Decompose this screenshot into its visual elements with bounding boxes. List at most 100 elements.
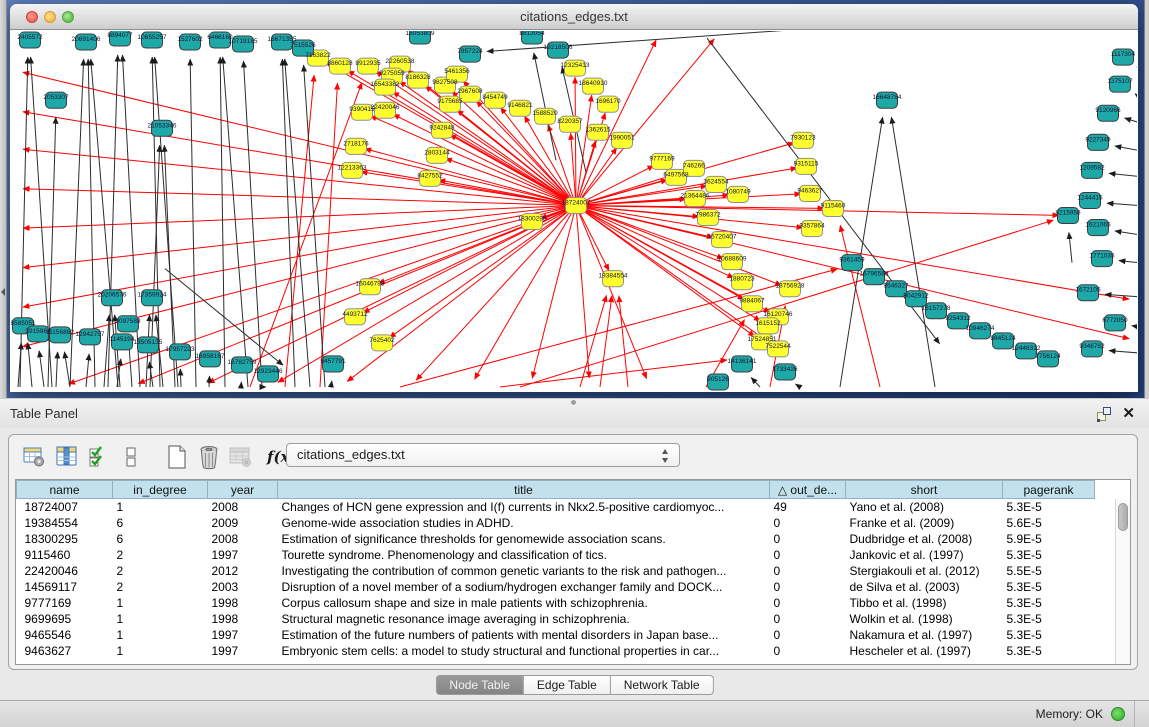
graph-edge[interactable] <box>576 39 714 206</box>
tab-network-table[interactable]: Network Table <box>611 675 714 695</box>
graph-node-label: 17957223 <box>166 346 195 353</box>
graph-edge[interactable] <box>576 141 595 206</box>
zoom-button[interactable] <box>62 11 74 23</box>
memory-ok-indicator[interactable] <box>1111 707 1125 721</box>
column-header[interactable]: year <box>208 481 278 499</box>
graph-edge[interactable] <box>619 296 628 387</box>
graph-edge[interactable] <box>86 354 89 387</box>
graph-edge[interactable] <box>600 296 612 387</box>
graph-edge[interactable] <box>1125 118 1137 122</box>
column-header[interactable]: title <box>278 481 770 499</box>
graph-edge[interactable] <box>1069 233 1072 263</box>
tab-node-table[interactable]: Node Table <box>435 675 524 695</box>
column-header[interactable]: short <box>846 481 1003 499</box>
graph-edge[interactable] <box>1115 146 1137 150</box>
graph-node-label: 16958167 <box>196 353 225 360</box>
graph-edge[interactable] <box>117 359 121 387</box>
graph-node-label: 21364486 <box>681 192 710 199</box>
table-row[interactable]: 1938455462009Genome-wide association stu… <box>17 515 1095 531</box>
graph-edge[interactable] <box>795 384 800 387</box>
graph-edge[interactable] <box>520 220 1053 387</box>
select-all-checks-icon[interactable] <box>85 444 113 470</box>
new-column-icon[interactable] <box>163 444 191 470</box>
graph-node-label: 9120966 <box>1095 107 1121 114</box>
table-row[interactable]: 2242004622012Investigating the contribut… <box>17 563 1095 579</box>
graph-edge[interactable] <box>500 360 727 387</box>
table-mode-icon[interactable] <box>21 444 49 470</box>
graph-edge[interactable] <box>56 352 58 387</box>
graph-edge[interactable] <box>575 77 576 205</box>
graph-edge[interactable] <box>28 343 32 387</box>
table-row[interactable]: 977716911998Corpus callosum shape and si… <box>17 595 1095 611</box>
graph-node-label: 9390415 <box>349 106 375 113</box>
graph-edge[interactable] <box>1135 94 1137 96</box>
scrollbar-thumb[interactable] <box>1118 503 1128 531</box>
close-button[interactable] <box>26 11 38 23</box>
graph-edge[interactable] <box>23 205 576 228</box>
close-panel-icon[interactable]: ✕ <box>1122 399 1135 429</box>
graph-edge[interactable] <box>250 83 362 387</box>
graph-edge[interactable] <box>347 205 576 381</box>
graph-edge[interactable] <box>304 65 325 387</box>
network-window-titlebar[interactable]: citations_edges.txt <box>10 4 1138 30</box>
graph-edge[interactable] <box>23 205 576 346</box>
network-canvas[interactable]: 1872400771638228860128891293522260538927… <box>11 31 1137 392</box>
float-panel-icon[interactable] <box>1097 407 1111 421</box>
column-header[interactable]: pagerank <box>1003 481 1095 499</box>
graph-edge[interactable] <box>39 351 44 387</box>
vertical-scrollbar[interactable] <box>1115 499 1130 664</box>
table-cell: 1997 <box>208 643 278 659</box>
graph-edge[interactable] <box>20 57 28 387</box>
graph-edge[interactable] <box>320 83 337 387</box>
table-row[interactable]: 946362711997Embryonic stem cells: a mode… <box>17 643 1095 659</box>
graph-edge[interactable] <box>416 205 576 380</box>
deselect-all-icon[interactable] <box>117 444 145 470</box>
graph-edge[interactable] <box>576 205 1129 338</box>
table-row[interactable]: 969969511998Structural magnetic resonanc… <box>17 611 1095 627</box>
graph-edge[interactable] <box>1109 351 1137 353</box>
minimize-button[interactable] <box>44 11 56 23</box>
graph-edge[interactable] <box>840 225 880 387</box>
graph-edge[interactable] <box>180 369 181 387</box>
network-table-selector[interactable]: citations_edges.txt <box>286 443 680 467</box>
graph-edge[interactable] <box>48 117 56 387</box>
graph-edge[interactable] <box>534 53 556 160</box>
table-row[interactable]: 946554611997Estimation of the future num… <box>17 627 1095 643</box>
graph-edge[interactable] <box>1109 173 1137 176</box>
split-pane-divider[interactable] <box>0 0 7 398</box>
table-cell: 18724007 <box>17 499 113 515</box>
graph-edge[interactable] <box>190 59 196 387</box>
graph-edge[interactable] <box>64 352 70 387</box>
graph-node-label: 15720407 <box>708 234 737 241</box>
column-header[interactable]: name <box>17 481 113 499</box>
graph-edge[interactable] <box>751 378 760 387</box>
table-row[interactable]: 1872400712008Changes of HCN gene express… <box>17 499 1095 515</box>
graph-edge[interactable] <box>208 205 576 383</box>
graph-edge[interactable] <box>1119 261 1137 263</box>
delete-column-trash-icon[interactable] <box>195 444 223 470</box>
graph-edge[interactable] <box>1107 203 1137 205</box>
right-split-divider[interactable] <box>1144 0 1149 398</box>
column-header[interactable]: △ out_de... <box>770 481 846 499</box>
column-header[interactable]: in_degree <box>113 481 208 499</box>
graph-edge[interactable] <box>244 61 262 387</box>
graph-edge[interactable] <box>891 117 935 387</box>
graph-edge[interactable] <box>209 376 210 387</box>
graph-edge[interactable] <box>576 205 1059 215</box>
graph-edge[interactable] <box>331 381 332 387</box>
table-row[interactable]: 1830029562008Estimation of significance … <box>17 531 1095 547</box>
graph-edge[interactable] <box>370 116 576 206</box>
collapse-arrow-icon[interactable] <box>1 288 5 296</box>
table-row[interactable]: 1456911722003Disruption of a novel membe… <box>17 579 1095 595</box>
graph-edge[interactable] <box>223 57 248 387</box>
graph-edge[interactable] <box>220 57 225 387</box>
network-graph[interactable]: 1872400771638228860128891293522260538927… <box>11 31 1137 392</box>
graph-edge[interactable] <box>1132 326 1137 327</box>
graph-edge[interactable] <box>576 205 589 378</box>
tab-edge-table[interactable]: Edge Table <box>524 675 611 695</box>
column-visibility-icon[interactable] <box>53 444 81 470</box>
table-row[interactable]: 911546021997Tourette syndrome. Phenomeno… <box>17 547 1095 563</box>
panel-resize-grip[interactable] <box>571 400 576 405</box>
graph-edge[interactable] <box>1115 231 1137 235</box>
graph-node-label: 905126 <box>707 376 729 383</box>
